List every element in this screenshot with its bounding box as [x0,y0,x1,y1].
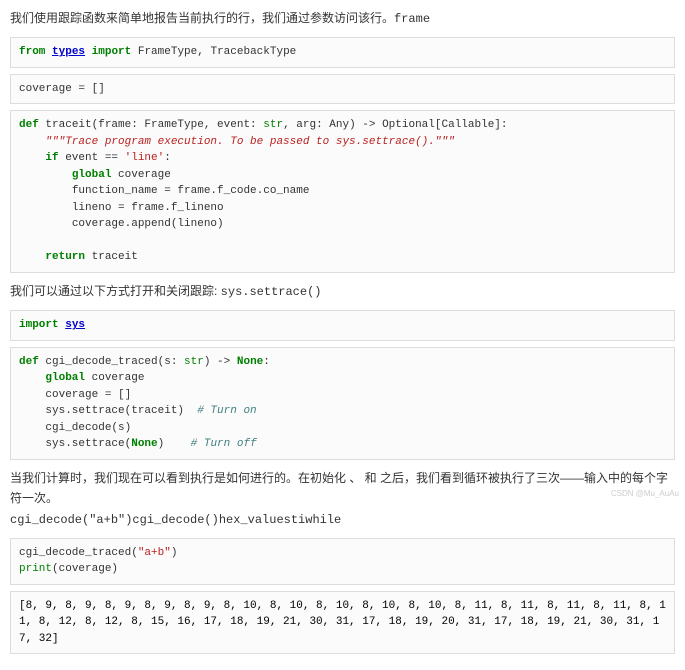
output-list: [8, 9, 8, 9, 8, 9, 8, 9, 8, 9, 8, 10, 8,… [19,600,666,645]
line-lineno: lineno = frame.f_lineno [19,202,224,214]
code-block-traceit: def traceit(frame: FrameType, event: str… [10,110,675,273]
code-block-output: [8, 9, 8, 9, 8, 9, 8, 9, 8, 9, 8, 10, 8,… [10,591,675,655]
code-block-imports: from types import FrameType, TracebackTy… [10,37,675,68]
kw-def: def [19,119,39,131]
call-b: ) [171,547,178,559]
kw-import-2: import [19,319,59,331]
kw-def-2: def [19,356,39,368]
colon-2: : [263,356,270,368]
kw-return: return [19,251,85,263]
call-a: cgi_decode_traced( [19,547,138,559]
str-line: 'line' [125,152,165,164]
type-str: str [263,119,283,131]
fn-sig-3: cgi_decode_traced(s: [39,356,184,368]
code-block-run: cgi_decode_traced("a+b") print(coverage) [10,538,675,585]
colon: : [164,152,171,164]
fn-sig-1: traceit(frame: FrameType, event: [39,119,263,131]
module-sys[interactable]: sys [65,319,85,331]
intro-paragraph-1: 我们使用跟踪函数来简单地报告当前执行的行，我们通过参数访问该行。frame [10,8,675,29]
glob-rest: coverage [111,169,170,181]
para-3: 当我们计算时，我们现在可以看到执行是如何进行的。在初始化 、 和 之后，我们看到… [10,468,675,530]
type-str-2: str [184,356,204,368]
coverage-init: coverage = [] [19,83,105,95]
para3-code: cgi_decode("a+b")cgi_decode()hex_valuest… [10,513,341,527]
code-block-traced: def cgi_decode_traced(s: str) -> None: g… [10,347,675,460]
settrace-off-b: ) [158,438,191,450]
comment-on: # Turn on [197,405,256,417]
watermark: CSDN @Mu_AuAu [611,489,679,498]
arrow: ) -> [204,356,237,368]
para2-code: sys.settrace() [221,285,322,299]
code-block-coverage-init: coverage = [] [10,74,675,105]
if-mid: event == [59,152,125,164]
none-1: None [237,356,263,368]
kw-if: if [19,152,59,164]
fn-sig-2: , arg: Any) -> Optional[Callable]: [283,119,507,131]
print-fn: print [19,563,52,575]
docstring: """Trace program execution. To be passed… [19,136,455,148]
str-ab: "a+b" [138,547,171,559]
print-arg: (coverage) [52,563,118,575]
kw-global-2: global [19,372,85,384]
settrace-off-a: sys.settrace( [19,438,131,450]
settrace-on: sys.settrace(traceit) [19,405,197,417]
comment-off: # Turn off [191,438,257,450]
import-names: FrameType, TracebackType [131,46,296,58]
line-append: coverage.append(lineno) [19,218,224,230]
return-val: traceit [85,251,138,263]
line-fn-name: function_name = frame.f_code.co_name [19,185,309,197]
para1-text: 我们使用跟踪函数来简单地报告当前执行的行，我们通过参数访问该行。 [10,11,394,25]
para3-text: 当我们计算时，我们现在可以看到执行是如何进行的。在初始化 、 和 之后，我们看到… [10,471,668,505]
kw-global: global [19,169,111,181]
para-2: 我们可以通过以下方式打开和关闭跟踪: sys.settrace() [10,281,675,302]
kw-import: import [92,46,132,58]
glob-rest-2: coverage [85,372,144,384]
para2-text: 我们可以通过以下方式打开和关闭跟踪: [10,284,221,298]
kw-from: from [19,46,45,58]
code-block-import-sys: import sys [10,310,675,341]
para1-code: frame [394,12,430,26]
cov-reset: coverage = [] [19,389,131,401]
module-types[interactable]: types [52,46,85,58]
none-2: None [131,438,157,450]
call-decode: cgi_decode(s) [19,422,131,434]
